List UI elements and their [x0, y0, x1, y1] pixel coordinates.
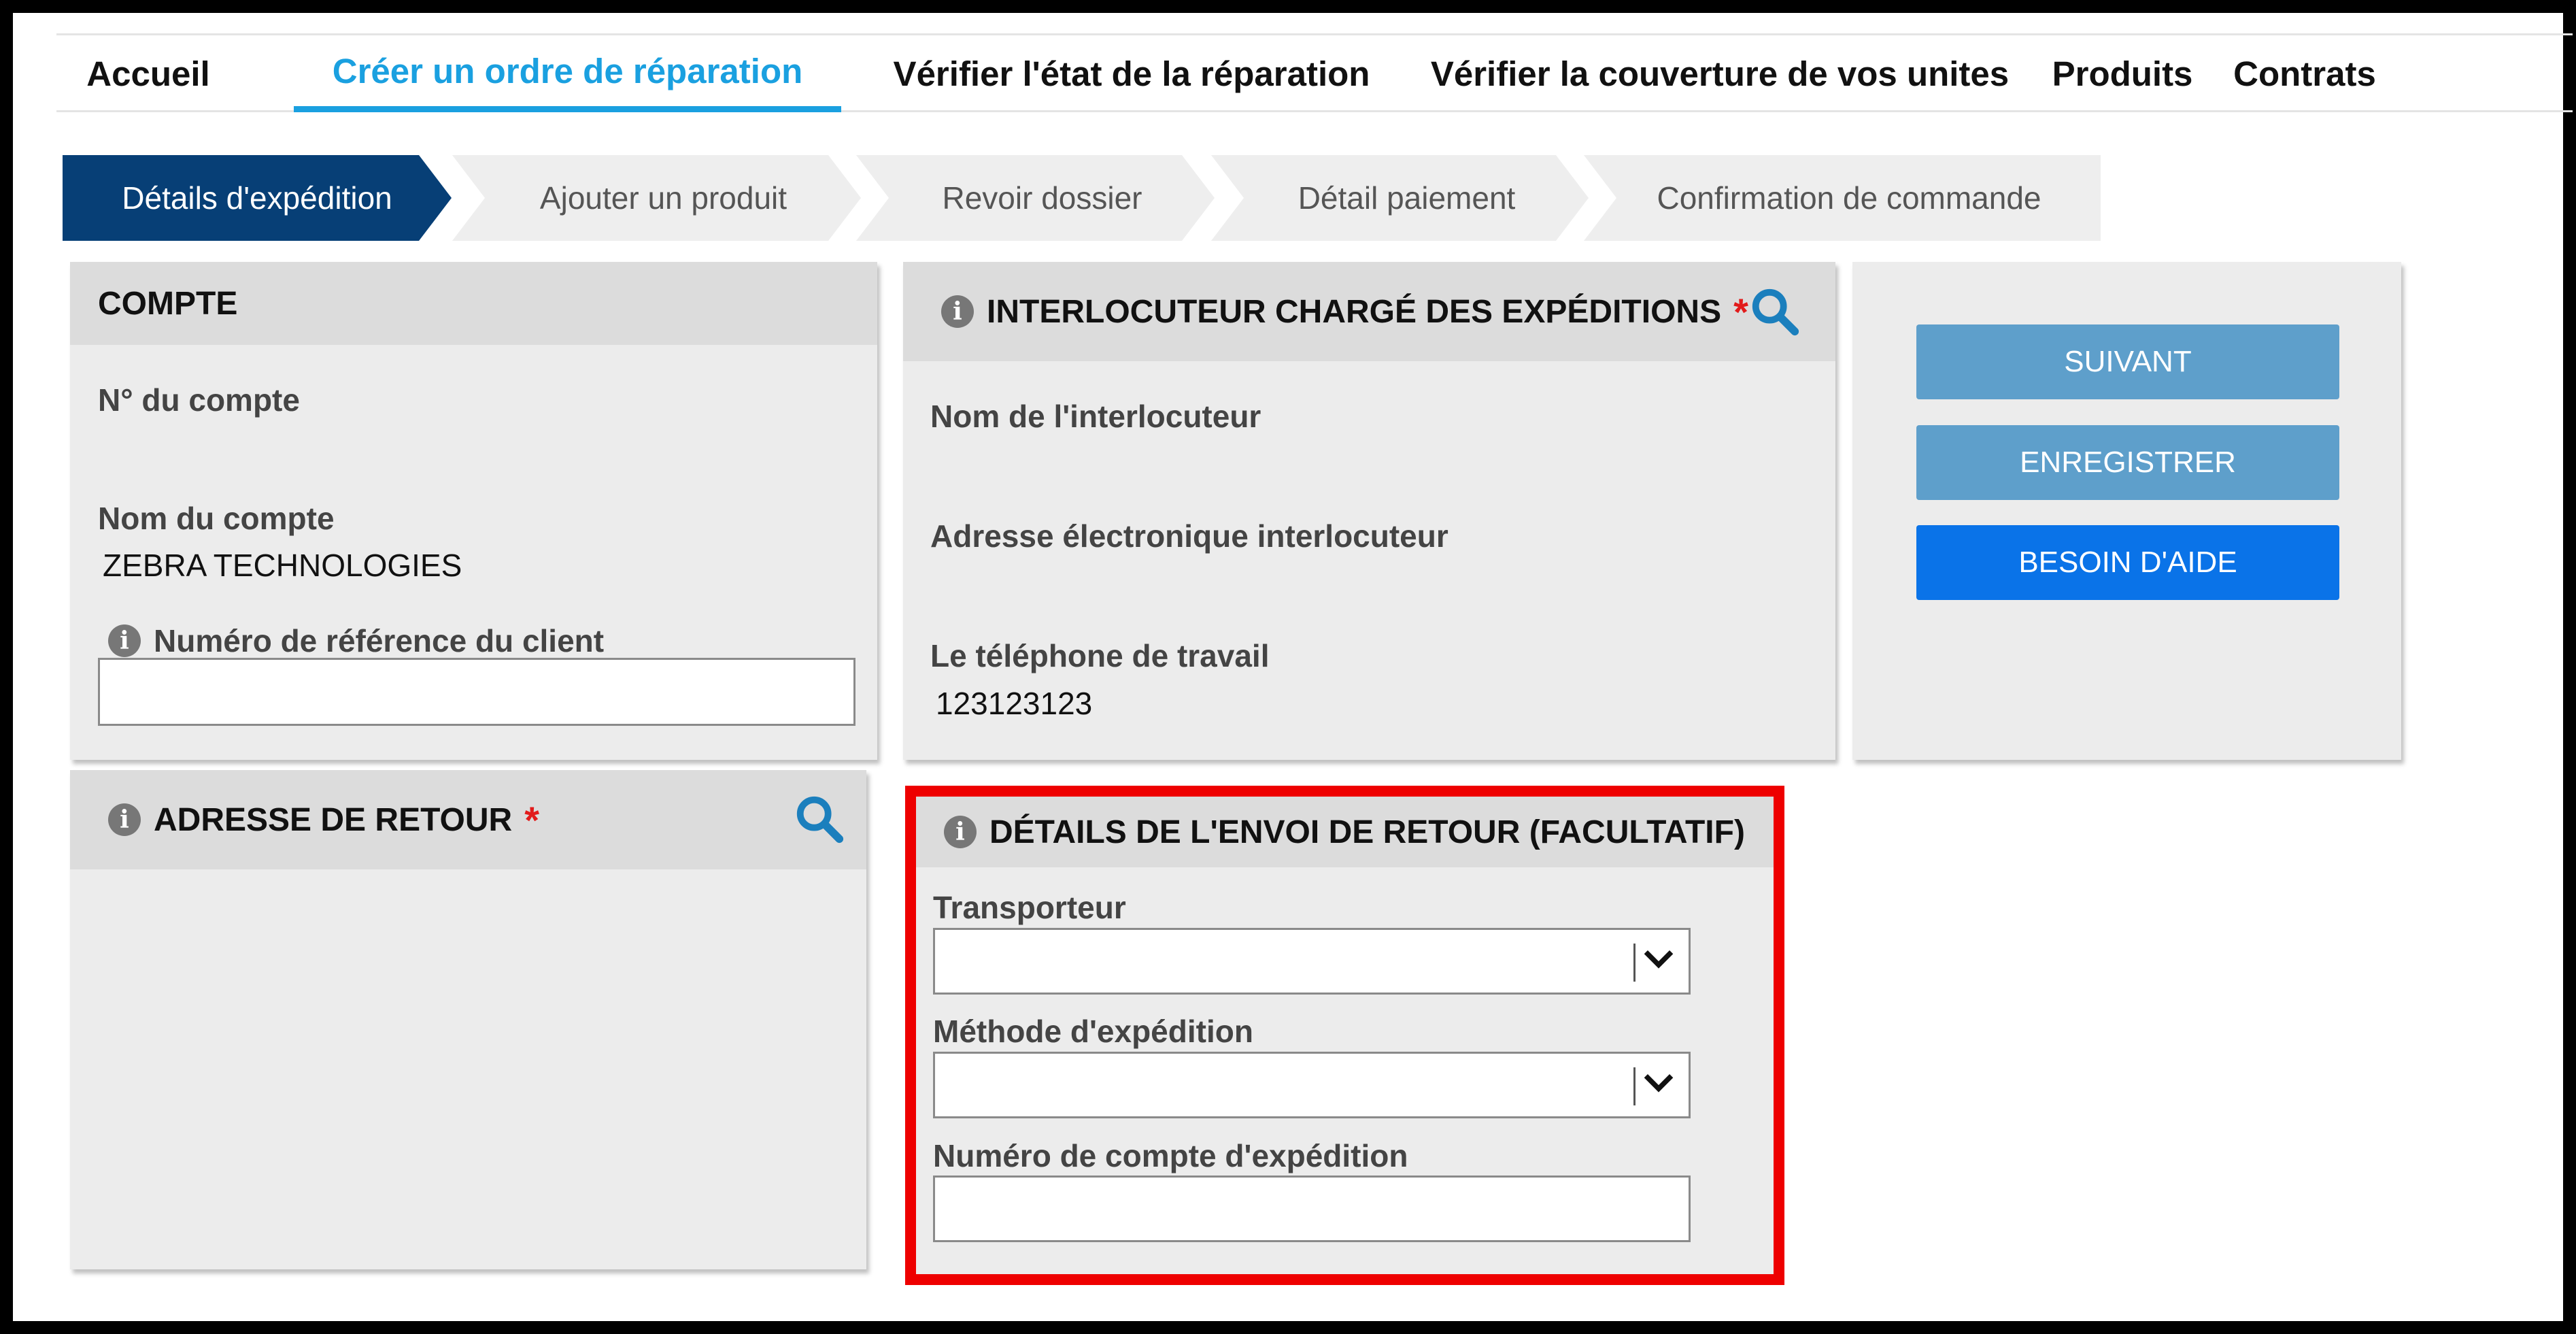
- info-icon[interactable]: i: [108, 803, 141, 836]
- search-icon[interactable]: [1748, 285, 1801, 338]
- panel-title: INTERLOCUTEUR CHARGÉ DES EXPÉDITIONS: [987, 293, 1722, 330]
- contact-email-label: Adresse électronique interlocuteur: [930, 518, 1448, 554]
- search-icon[interactable]: [793, 793, 846, 846]
- contact-phone-value: 123123123: [936, 686, 1093, 721]
- info-icon[interactable]: i: [108, 624, 141, 657]
- nav-item-verifier-etat[interactable]: Vérifier l'état de la réparation: [876, 35, 1387, 112]
- required-marker: *: [524, 798, 539, 841]
- nav-item-contrats[interactable]: Contrats: [2232, 35, 2377, 112]
- step-detail-paiement[interactable]: Détail paiement: [1211, 155, 1589, 241]
- info-icon[interactable]: i: [941, 295, 974, 328]
- next-button[interactable]: SUIVANT: [1916, 324, 2339, 399]
- step-ajouter-produit[interactable]: Ajouter un produit: [452, 155, 861, 241]
- nav-item-accueil[interactable]: Accueil: [86, 35, 209, 112]
- account-panel-header: COMPTE: [70, 262, 877, 345]
- nav-item-creer-ordre[interactable]: Créer un ordre de réparation: [294, 35, 841, 112]
- nav-item-produits[interactable]: Produits: [2051, 35, 2194, 112]
- customer-ref-label: Numéro de référence du client: [154, 623, 605, 658]
- contact-phone-label: Le téléphone de travail: [930, 638, 1270, 673]
- actions-panel: SUIVANT ENREGISTRER BESOIN D'AIDE: [1852, 262, 2401, 760]
- help-button[interactable]: BESOIN D'AIDE: [1916, 525, 2339, 600]
- return-address-header: i ADRESSE DE RETOUR *: [70, 770, 866, 869]
- account-number-label: N° du compte: [98, 382, 300, 418]
- nav-item-verifier-couverture[interactable]: Vérifier la couverture de vos unites: [1428, 35, 2012, 112]
- panel-title: ADRESSE DE RETOUR: [154, 801, 513, 838]
- account-name-value: ZEBRA TECHNOLOGIES: [103, 548, 462, 583]
- save-button[interactable]: ENREGISTRER: [1916, 425, 2339, 500]
- step-revoir-dossier[interactable]: Revoir dossier: [856, 155, 1215, 241]
- customer-ref-input[interactable]: [98, 658, 855, 726]
- page-frame: Accueil Créer un ordre de réparation Vér…: [13, 13, 2573, 1321]
- account-panel: COMPTE N° du compte Nom du compte ZEBRA …: [70, 262, 877, 760]
- panel-title: COMPTE: [98, 285, 238, 322]
- return-address-panel: i ADRESSE DE RETOUR *: [70, 770, 866, 1269]
- step-label: Ajouter un produit: [539, 180, 787, 216]
- customer-ref-label-row: i Numéro de référence du client: [108, 622, 604, 659]
- step-label: Revoir dossier: [942, 180, 1142, 216]
- highlight-box: [905, 786, 1784, 1285]
- account-name-label: Nom du compte: [98, 501, 335, 536]
- step-confirmation-commande[interactable]: Confirmation de commande: [1584, 155, 2101, 241]
- contact-panel: i INTERLOCUTEUR CHARGÉ DES EXPÉDITIONS *…: [903, 262, 1835, 760]
- step-label: Détail paiement: [1298, 180, 1516, 216]
- required-marker: *: [1733, 290, 1748, 333]
- step-label: Confirmation de commande: [1657, 180, 2041, 216]
- main-nav: Accueil Créer un ordre de réparation Vér…: [56, 33, 2573, 112]
- step-label: Détails d'expédition: [122, 180, 392, 216]
- contact-panel-header: i INTERLOCUTEUR CHARGÉ DES EXPÉDITIONS *: [903, 262, 1835, 361]
- step-details-expedition[interactable]: Détails d'expédition: [63, 155, 452, 241]
- contact-name-label: Nom de l'interlocuteur: [930, 399, 1261, 434]
